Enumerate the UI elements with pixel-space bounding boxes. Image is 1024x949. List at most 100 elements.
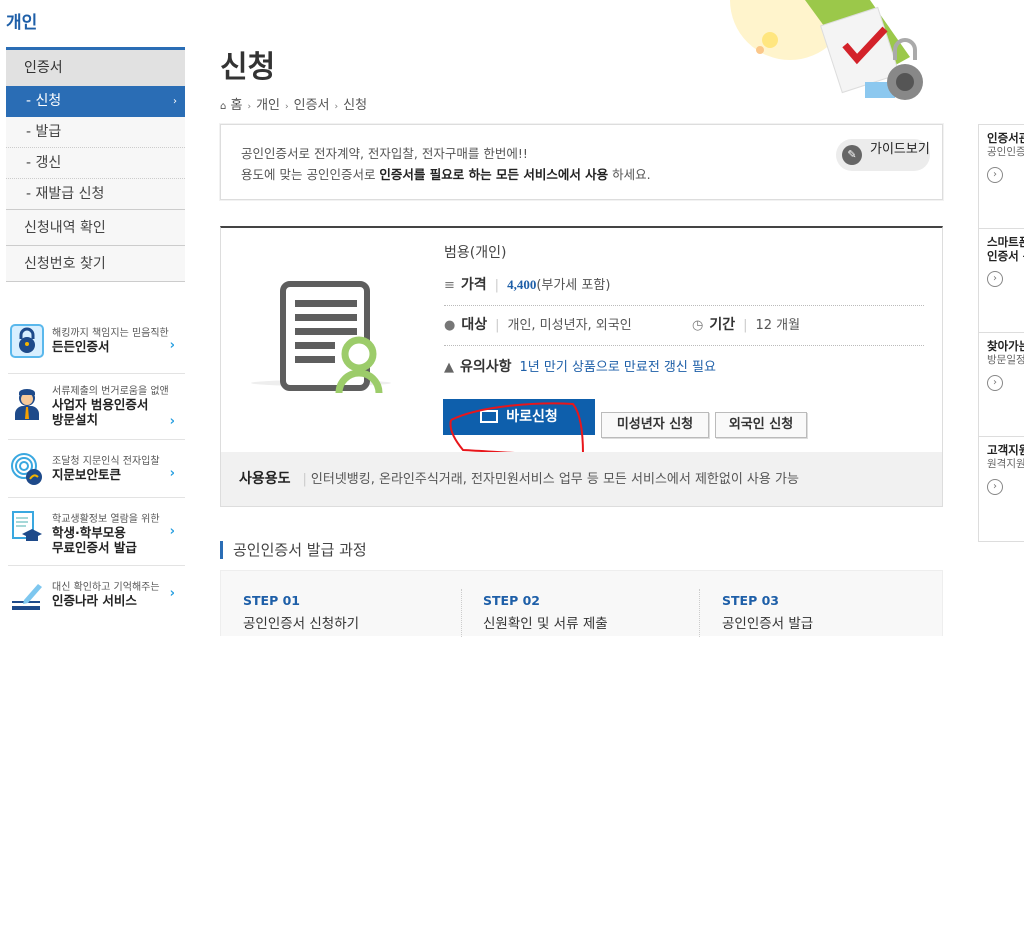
hero-illustration [730,0,923,100]
usage-label: 사용용도 [239,471,291,487]
circle-chevron-icon[interactable]: › [987,479,1003,495]
process-steps: STEP 01 공인인증서 신청하기 STEP 02 신원확인 및 서류 제출 ST… [220,570,943,637]
info-line1: 공인인증서로 전자계약, 전자입찰, 전자구매를 한번에!! [241,146,528,161]
warning-icon: ▲ [444,360,454,375]
step-divider [699,589,700,637]
side-nav: 인증서 - 신청 › - 발급 - 갱신 - 재발급 신청 신청내역 확인 신청번… [6,47,185,282]
info-text: 용도에 맞는 공인인증서로 [241,167,380,182]
quick-item[interactable]: 고객지원원격지원 › [979,437,1024,541]
step-number: STEP 03 [722,593,779,608]
breadcrumb-current: 신청 [343,98,368,113]
quick-title: 인증서관 [987,131,1024,145]
chevron-right-icon: › [169,524,175,539]
usage-band: 사용용도 | 인터넷뱅킹, 온라인주식거래, 전자민원서비스 업무 등 모든 서비스… [221,452,942,506]
guide-button[interactable]: ✎ 가이드보기 [836,139,930,171]
promo-subtitle: 서류제출의 번거로움을 없앤 [52,386,169,397]
chevron-right-icon: › [169,414,175,429]
chevron-right-icon: › [285,102,289,112]
step-text: 공인인증서 발급 [722,616,814,632]
promo-subtitle: 대신 확인하고 기억해주는 [52,582,160,593]
promo-title: 지문보안토큰 [52,467,122,482]
price-row: ≡ 가격 | 4,400(부가세 포함) [444,274,924,306]
promo-title: 사업자 범용인증서 [52,397,149,412]
promo-title-line2: 방문설치 [52,412,99,427]
price-label: 가격 [460,277,487,293]
quick-title: 찾아가는 [987,339,1024,353]
target-row: ● 대상 | 개인, 미성년자, 외국인 ◷ 기간 | 12 개월 [444,314,924,346]
promo-title: 든든인증서 [52,339,110,354]
promo-item[interactable]: 해킹까지 책임지는 믿음직한 든든인증서 › [8,312,185,374]
pen-book-icon [12,584,42,610]
agent-icon [15,389,39,420]
nav-renew[interactable]: - 갱신 [6,148,185,179]
product-card: 범용(개인) ≡ 가격 | 4,400(부가세 포함) ● 대상 | 개인, 미성년자, 외… [220,226,943,507]
promo-item[interactable]: 서류제출의 번거로움을 없앤 사업자 범용인증서 방문설치 › [8,374,185,440]
promo-list: 해킹까지 책임지는 믿음직한 든든인증서 › 서류제출의 번거로움을 없앤 사업… [8,312,185,628]
quick-sub: 원격지원 [987,458,1024,470]
info-box: 공인인증서로 전자계약, 전자입찰, 전자구매를 한번에!! 용도에 맞는 공인… [220,124,943,200]
lock-icon [10,324,44,358]
nav-certificate[interactable]: 인증서 [6,50,185,86]
period: ◷ 기간 | 12 개월 [692,317,801,333]
chevron-right-icon: › [247,102,252,112]
target-value: 개인, 미성년자, 외국인 [507,318,632,333]
info-line2: 용도에 맞는 공인인증서로 인증서를 필요로 하는 모든 서비스에서 사용 하세… [241,164,651,183]
step-number: STEP 01 [243,593,300,608]
info-emphasis: 인증서를 필요로 하는 모든 서비스에서 사용 [379,167,609,182]
promo-item[interactable]: 조달청 지문인식 전자입찰 지문보안토큰 › [8,440,185,498]
minor-apply-button[interactable]: 미성년자 신청 [601,412,709,438]
breadcrumb: ⌂ 홈 › 개인 › 인증서 › 신청 [220,94,367,113]
circle-chevron-icon[interactable]: › [987,271,1003,287]
fingerprint-icon [11,453,42,485]
period-value: 12 개월 [755,318,801,333]
quick-item[interactable]: 스마트폰인증서 복 › [979,229,1024,333]
quick-title-line2: 인증서 복 [987,249,1024,263]
price-value: 4,400 [507,277,537,292]
chevron-right-icon: › [173,96,177,107]
target-label: 대상 [461,317,488,333]
promo-subtitle: 학교생활정보 열람을 위한 [52,514,160,525]
chevron-right-icon: › [169,586,175,601]
nav-apply[interactable]: - 신청 › [6,86,185,117]
breadcrumb-home[interactable]: 홈 [231,98,243,113]
notice-row: ▲ 유의사항 1년 만기 상품으로 만료전 갱신 필요 [444,356,924,376]
notice-label: 유의사항 [460,359,512,375]
person-icon: ● [444,318,456,333]
red-annotation-circle [449,402,585,456]
certificate-document-icon [251,281,391,394]
home-icon: ⌂ [220,101,227,112]
notice-text: 1년 만기 상품으로 만료전 갱신 필요 [519,360,716,375]
quick-item[interactable]: 찾아가는방문일정 › [979,333,1024,437]
promo-subtitle: 해킹까지 책임지는 믿음직한 [52,328,169,339]
price-icon: ≡ [444,278,455,293]
page-title: 신청 [220,50,276,85]
circle-chevron-icon[interactable]: › [987,167,1003,183]
nav-find-number[interactable]: 신청번호 찾기 [6,246,185,282]
breadcrumb-certificate[interactable]: 인증서 [294,98,330,113]
usage-text: 인터넷뱅킹, 온라인주식거래, 전자민원서비스 업무 등 모든 서비스에서 제한… [310,472,799,487]
nav-issue[interactable]: - 발급 [6,117,185,148]
product-name: 범용(개인) [444,245,507,261]
chevron-right-icon: › [334,102,339,112]
breadcrumb-personal[interactable]: 개인 [256,98,280,113]
step-2: STEP 02 신원확인 및 서류 제출 [483,593,608,632]
circle-chevron-icon[interactable]: › [987,375,1003,391]
promo-item[interactable]: 학교생활정보 열람을 위한 학생·학부모용 무료인증서 발급 › [8,498,185,566]
step-1: STEP 01 공인인증서 신청하기 [243,593,359,632]
nav-reissue[interactable]: - 재발급 신청 [6,179,185,210]
nav-history[interactable]: 신청내역 확인 [6,210,185,246]
nav-label: - 신청 [26,93,62,109]
quick-item[interactable]: 인증서관공인인증 › [979,125,1024,229]
guide-icon: ✎ [842,145,862,165]
promo-subtitle: 조달청 지문인식 전자입찰 [52,456,160,467]
promo-item[interactable]: 대신 확인하고 기억해주는 인증나라 서비스 › [8,566,185,628]
foreigner-apply-button[interactable]: 외국인 신청 [715,412,807,438]
chevron-right-icon: › [169,466,175,481]
process-title: 공인인증서 발급 과정 [220,541,367,559]
promo-title: 학생·학부모용 [52,525,126,540]
section-title: 개인 [6,13,38,33]
promo-title: 인증나라 서비스 [52,593,137,608]
chevron-right-icon: › [169,338,175,353]
info-text: 하세요. [608,167,651,182]
step-text: 공인인증서 신청하기 [243,616,360,632]
